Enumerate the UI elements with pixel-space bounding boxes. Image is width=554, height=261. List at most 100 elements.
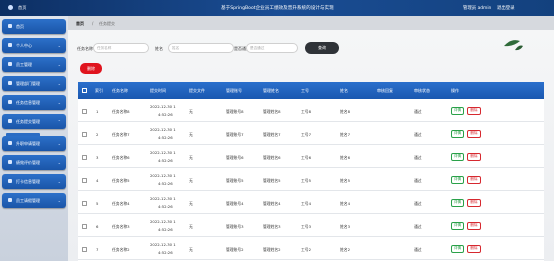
review-status-cell: 通过 (414, 131, 422, 137)
delete-button[interactable]: 删除 (467, 244, 481, 253)
sidebar-item-employees[interactable]: 员工管理 ⌄ (2, 57, 66, 72)
chevron-down-icon: ⌄ (57, 140, 61, 146)
task-name-input[interactable] (93, 43, 149, 53)
file-cell: 无 (189, 200, 193, 206)
sidebar-item-label: 个人中心 (16, 43, 32, 48)
sidebar-item-label: 绩效评价管理 (16, 160, 40, 165)
row-checkbox[interactable] (82, 154, 87, 160)
delete-button[interactable]: 删除 (467, 152, 481, 161)
employee-name-cell: 姓名4 (340, 200, 351, 206)
submit-date-cell: 2022-12-30 1 (150, 218, 176, 224)
row-checkbox[interactable] (82, 223, 87, 229)
employee-number-cell: 工号6 (301, 154, 312, 160)
home-icon[interactable] (8, 4, 13, 10)
task-name-cell: 任务名称8 (112, 108, 130, 114)
home-link[interactable]: 首页 (18, 5, 26, 11)
logout-link[interactable]: 退出登录 (497, 5, 515, 11)
detail-button[interactable]: 详情 (451, 221, 464, 230)
table-row: 6 任务名称3 2022-12-30 1 4:52:26 无 管理账号3 管理姓名3 工号3 姓… (78, 214, 544, 237)
sidebar-item-departments[interactable]: 管理部门管理 ⌄ (2, 76, 66, 91)
detail-button[interactable]: 详情 (451, 244, 464, 253)
employee-name-cell: 姓名8 (340, 108, 351, 114)
sidebar-item-evaluation[interactable]: 绩效评价管理 ⌄ (2, 155, 66, 170)
column-header: 审核回复 (377, 88, 393, 93)
detail-button[interactable]: 详情 (451, 106, 464, 115)
employee-name-cell: 姓名5 (340, 177, 351, 183)
delete-button[interactable]: 删除 (467, 106, 481, 115)
submit-time-cell: 4:52:26 (158, 227, 173, 232)
search-button[interactable]: 查询 (305, 42, 339, 54)
task-name-cell: 任务名称2 (112, 246, 130, 252)
manager-account-cell: 管理账号5 (226, 177, 244, 183)
table-header: 索引 任务名称 提交时间 提交文件 管理账号 管理姓名 工号 姓名 审核回复 审… (78, 82, 544, 99)
name-input[interactable] (168, 43, 234, 53)
sidebar-item-label: 升职申请管理 (16, 141, 40, 146)
employee-number-cell: 工号2 (301, 246, 312, 252)
column-header: 管理账号 (226, 88, 242, 93)
table-row: 1 任务名称8 2022-12-30 1 4:52:26 无 管理账号8 管理姓名8 工号8 姓… (78, 99, 544, 122)
submit-date-cell: 2022-12-30 1 (150, 126, 176, 132)
row-checkbox[interactable] (82, 108, 87, 114)
leaf-decoration-icon (515, 45, 523, 51)
chevron-down-icon: ⌄ (57, 178, 61, 184)
detail-button[interactable]: 详情 (451, 152, 464, 161)
upload-icon (8, 119, 12, 123)
row-checkbox[interactable] (82, 200, 87, 206)
submit-time-cell: 4:52:26 (158, 181, 173, 186)
sidebar-item-label: 任务提交管理 (16, 119, 40, 124)
submit-time-cell: 4:52:26 (158, 250, 173, 255)
batch-delete-button[interactable]: 删除 (80, 63, 102, 74)
task-name-cell: 任务名称4 (112, 200, 130, 206)
submit-time-cell: 4:52:26 (158, 112, 173, 117)
select-all-checkbox[interactable] (82, 88, 87, 93)
sidebar-item-task-submit[interactable]: 任务提交管理 ⌃ (2, 114, 66, 129)
file-cell: 无 (189, 177, 193, 183)
sidebar-item-home[interactable]: 首页 (2, 19, 66, 34)
chevron-down-icon: ⌄ (57, 197, 61, 203)
review-input[interactable] (246, 43, 298, 53)
delete-button[interactable]: 删除 (467, 175, 481, 184)
manager-name-cell: 管理姓名4 (263, 200, 281, 206)
breadcrumb-home[interactable]: 首页 (76, 21, 84, 27)
sidebar-item-label: 打卡信息管理 (16, 179, 40, 184)
app-title: 基于SpringBoot企业员工绩效及晋升系统的设计与实现 (221, 6, 334, 11)
employee-name-cell: 姓名7 (340, 131, 351, 137)
manager-name-cell: 管理姓名8 (263, 108, 281, 114)
sidebar-item-attendance[interactable]: 打卡信息管理 ⌄ (2, 174, 66, 189)
manager-account-cell: 管理账号6 (226, 154, 244, 160)
file-cell: 无 (189, 223, 193, 229)
column-header: 提交文件 (189, 88, 205, 93)
detail-button[interactable]: 详情 (451, 175, 464, 184)
column-header: 操作 (451, 88, 459, 93)
sidebar: 首页 个人中心 ⌄ 员工管理 ⌄ 管理部门管理 ⌄ 任务信息管理 ⌄ 任务提交管… (0, 16, 68, 261)
employee-number-cell: 工号8 (301, 108, 312, 114)
submit-time-cell: 4:52:26 (158, 158, 173, 163)
delete-button[interactable]: 删除 (467, 129, 481, 138)
sidebar-item-tasks[interactable]: 任务信息管理 ⌄ (2, 95, 66, 110)
employee-name-cell: 姓名2 (340, 246, 351, 252)
detail-button[interactable]: 详情 (451, 129, 464, 138)
calendar-icon (8, 198, 12, 202)
sidebar-item-label: 首页 (16, 24, 24, 29)
review-status-cell: 通过 (414, 200, 422, 206)
delete-button[interactable]: 删除 (467, 221, 481, 230)
chart-icon (8, 160, 12, 164)
row-checkbox[interactable] (82, 131, 87, 137)
column-header: 索引 (95, 88, 103, 93)
task-name-cell: 任务名称7 (112, 131, 130, 137)
row-checkbox[interactable] (82, 246, 87, 252)
manager-name-cell: 管理姓名2 (263, 246, 281, 252)
detail-button[interactable]: 详情 (451, 198, 464, 207)
breadcrumb-separator: / (92, 21, 94, 26)
sidebar-item-profile[interactable]: 个人中心 ⌄ (2, 38, 66, 53)
review-status-cell: 通过 (414, 177, 422, 183)
delete-button[interactable]: 删除 (467, 198, 481, 207)
task-name-cell: 任务名称3 (112, 223, 130, 229)
row-checkbox[interactable] (82, 177, 87, 183)
user-icon (8, 43, 12, 47)
manager-name-cell: 管理姓名3 (263, 223, 281, 229)
submit-date-cell: 2022-12-30 1 (150, 241, 176, 247)
sidebar-item-leave[interactable]: 员工请假管理 ⌄ (2, 193, 66, 208)
row-index: 2 (96, 131, 99, 137)
sidebar-item-promotion[interactable]: 升职申请管理 ⌄ (2, 136, 66, 151)
